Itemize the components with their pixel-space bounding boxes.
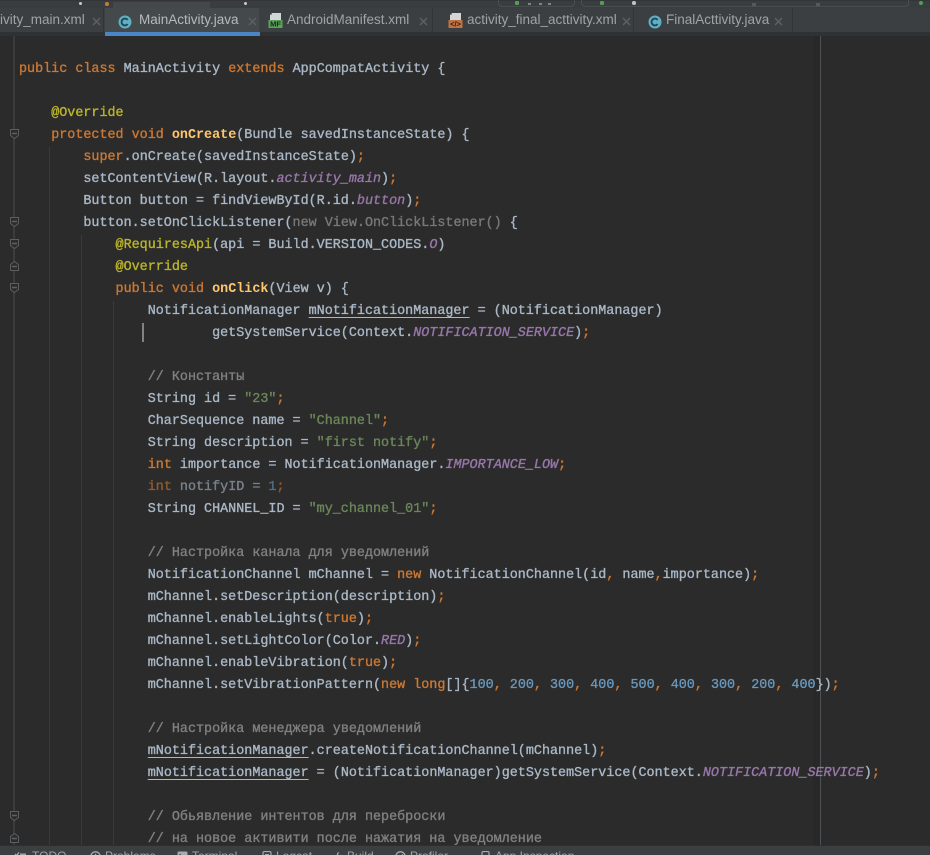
svg-text:</>: </>: [450, 20, 461, 29]
svg-text:MF: MF: [270, 20, 281, 29]
